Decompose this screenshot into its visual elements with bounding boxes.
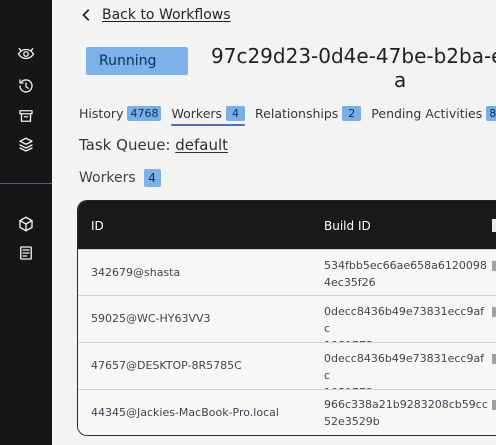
table-row: 44345@Jackies-MacBook-Pro.local 966c338a… [78,389,496,435]
tab-relationships-label: Relationships [255,105,339,121]
workers-table-header: ID Build ID [78,201,496,249]
build-id-line: 4ec35f26 [324,276,376,289]
tab-relationships-count: 2 [342,105,362,121]
table-row: 47657@DESKTOP-8R5785C 0decc8436b49e73831… [78,342,496,399]
column-header-build-id: Build ID [324,219,371,233]
tab-history-count: 4768 [127,105,162,121]
task-queue-row: Task Queue: default [79,134,228,156]
build-id-line: 0decc8436b49e73831ecc9afc [324,305,485,335]
workflow-id-title-wrap: a [394,68,407,92]
chevron-left-icon [80,8,94,22]
sidebar-divider [0,183,52,184]
workers-section-count: 4 [143,169,161,187]
clipped-cell-marker [492,307,496,317]
build-id-line: 0decc8436b49e73831ecc9afc [324,352,485,382]
back-to-workflows-label: Back to Workflows [102,7,231,23]
workers-table: ID Build ID 342679@shasta 534fbb5ec66ae6… [77,200,496,436]
history-clock-icon[interactable] [15,75,37,97]
workflow-tabs: History 4768 Workers 4 Relationships 2 P… [79,102,496,126]
worker-id-cell: 44345@Jackies-MacBook-Pro.local [91,406,279,419]
workflow-details-page: Back to Workflows Running 97c29d23-0d4e-… [0,0,496,445]
clipped-cell-marker [492,354,496,364]
task-queue-link[interactable]: default [175,136,228,154]
layers-icon[interactable] [15,134,37,156]
workflow-status-badge: Running [86,47,188,75]
workflow-id-title: 97c29d23-0d4e-47be-b2ba-e2 [211,44,496,68]
worker-id-cell: 342679@shasta [91,266,181,279]
clipped-column-header [492,219,496,232]
tab-workers[interactable]: Workers 4 [171,103,246,126]
workers-section-heading: Workers 4 [79,168,161,188]
tab-pending-activities[interactable]: Pending Activities 85 [371,103,496,123]
tab-workers-count: 4 [226,105,246,121]
tab-pending-activities-count: 85 [486,105,496,121]
sidebar [0,0,52,445]
archive-icon[interactable] [15,105,37,127]
workflow-eye-icon[interactable] [15,43,37,65]
column-header-id: ID [91,219,104,233]
tab-pending-activities-label: Pending Activities [371,105,483,121]
build-id-cell: 966c338a21b9283208cb59cc 52e3529b [324,396,489,430]
document-icon[interactable] [15,242,37,264]
build-id-line: 966c338a21b9283208cb59cc [324,398,488,411]
tab-history[interactable]: History 4768 [79,103,162,123]
clipped-cell-marker [492,400,496,410]
table-row: 59025@WC-HY63VV3 0decc8436b49e73831ecc9a… [78,295,496,352]
worker-id-cell: 47657@DESKTOP-8R5785C [91,359,242,372]
tab-history-label: History [79,105,124,121]
table-row: 342679@shasta 534fbb5ec66ae658a6120098 4… [78,249,496,296]
task-queue-label: Task Queue: [79,136,171,154]
package-icon[interactable] [15,213,37,235]
back-to-workflows-link[interactable]: Back to Workflows [80,4,231,26]
worker-id-cell: 59025@WC-HY63VV3 [91,312,211,325]
clipped-cell-marker [492,261,496,271]
build-id-line: 52e3529b [324,415,380,428]
build-id-cell: 534fbb5ec66ae658a6120098 4ec35f26 [324,257,489,291]
tab-workers-label: Workers [171,105,223,121]
workers-section-title: Workers [79,170,136,186]
build-id-line: 534fbb5ec66ae658a6120098 [324,259,487,272]
tab-relationships[interactable]: Relationships 2 [255,103,362,123]
